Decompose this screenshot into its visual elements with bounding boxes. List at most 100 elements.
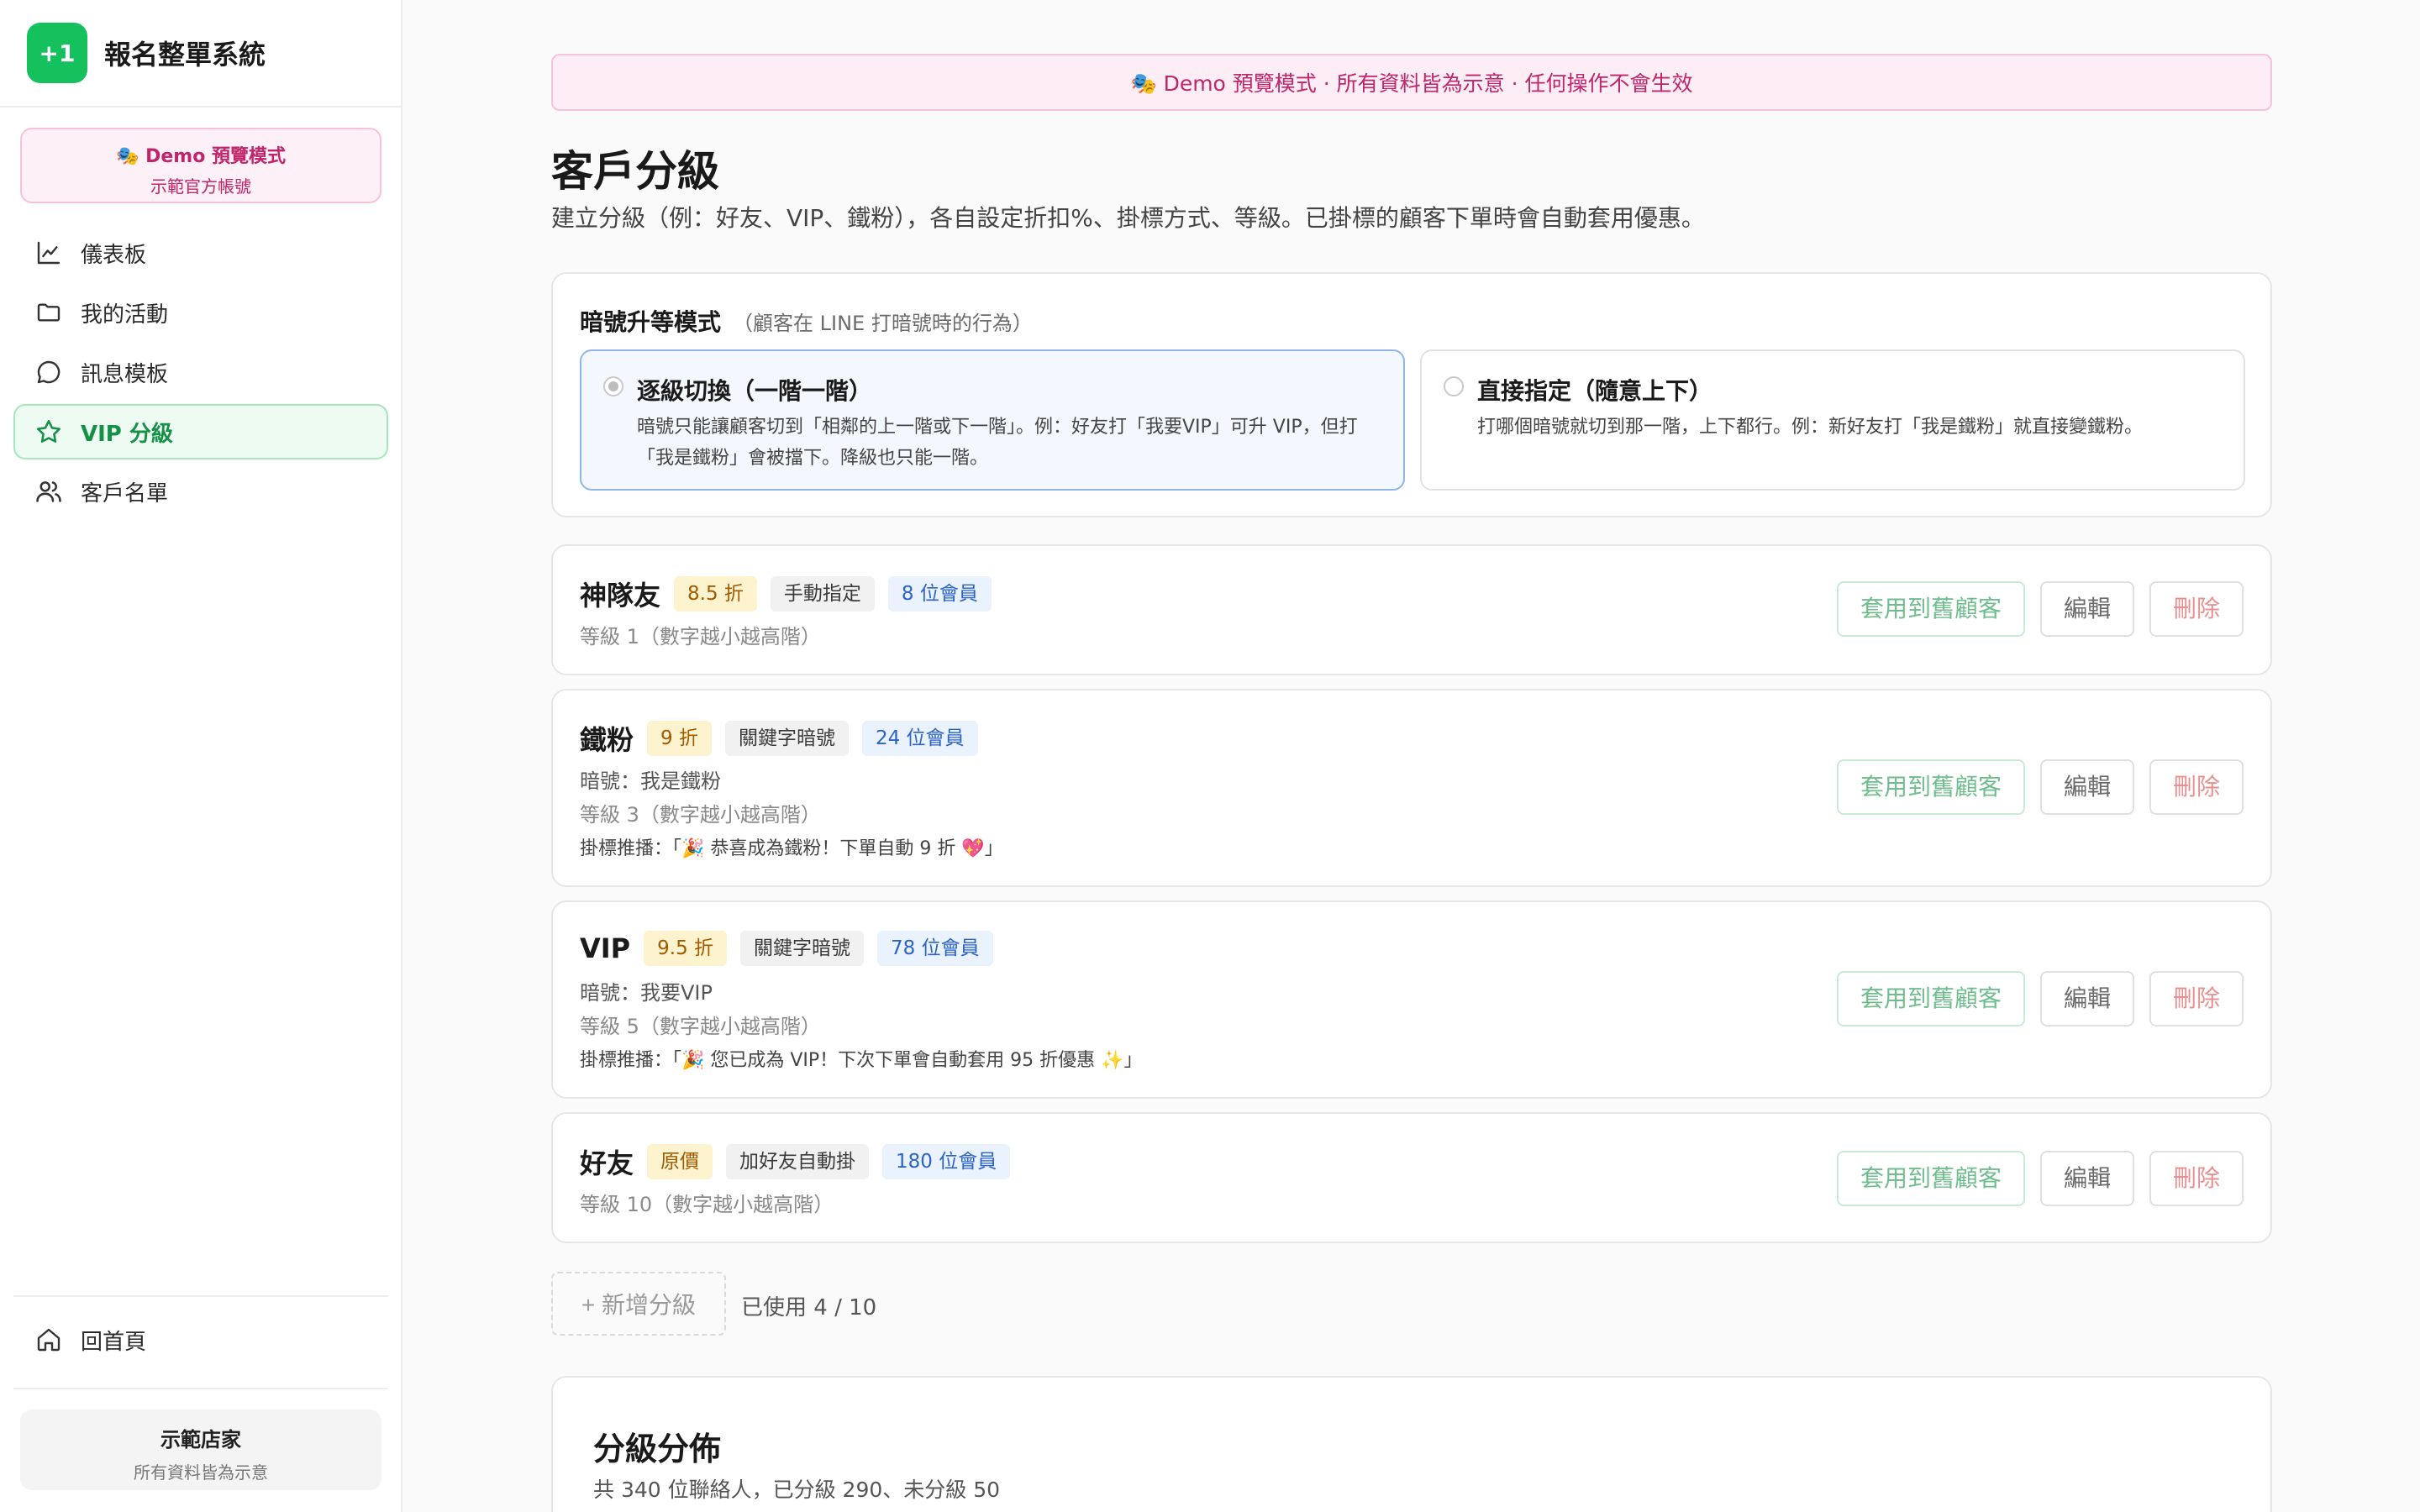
- tier-name: 鐵粉: [580, 724, 634, 756]
- upgrade-mode-card: 暗號升等模式 （顧客在 LINE 打暗號時的行為） 逐級切換（一階一階） 暗號只…: [551, 272, 2272, 517]
- member-count-badge: 24 位會員: [861, 721, 978, 756]
- store-info: 示範店家 所有資料皆為示意: [20, 1410, 381, 1490]
- member-count-badge: 180 位會員: [882, 1144, 1011, 1179]
- tier-card: VIP 9.5 折 關鍵字暗號 78 位會員 暗號：我要VIP 等級 5（數字越…: [551, 900, 2272, 1099]
- discount-badge: 原價: [647, 1144, 713, 1179]
- store-note: 所有資料皆為示意: [134, 1462, 268, 1483]
- discount-badge: 9.5 折: [644, 931, 728, 966]
- upgrade-mode-subtitle: （顧客在 LINE 打暗號時的行為）: [733, 312, 1033, 335]
- upgrade-mode-title: 暗號升等模式: [580, 308, 722, 336]
- tier-broadcast: 掛標推播：「🎉 恭喜成為鐵粉！下單自動 9 折 💖」: [580, 838, 1003, 859]
- tier-name: 神隊友: [580, 580, 661, 612]
- chat-bubble-icon: [34, 357, 64, 387]
- demo-mode-subtitle: 示範官方帳號: [150, 176, 251, 197]
- users-icon: [34, 476, 64, 507]
- mode-option-desc: 暗號只能讓顧客切到「相鄰的上一階或下一階」。例：好友打「我要VIP」可升 VIP…: [637, 417, 1358, 469]
- folder-icon: [34, 297, 64, 328]
- edit-button[interactable]: 編輯: [2039, 581, 2134, 637]
- tier-actions: 套用到舊顧客 編輯 刪除: [1822, 1151, 2244, 1206]
- sidebar-home: 回首頁: [13, 1312, 388, 1372]
- sidebar-divider: [13, 1295, 388, 1297]
- sidebar-item-label: 回首頁: [81, 1329, 147, 1355]
- demo-mode-title: 🎭 Demo 預覽模式: [116, 146, 286, 167]
- assign-mode-badge: 關鍵字暗號: [724, 721, 849, 756]
- apply-to-existing-button[interactable]: 套用到舊顧客: [1836, 1151, 2025, 1206]
- mode-option-title: 直接指定（隨意上下）: [1477, 377, 1713, 405]
- mode-option-stepwise[interactable]: 逐級切換（一階一階） 暗號只能讓顧客切到「相鄰的上一階或下一階」。例：好友打「我…: [580, 349, 1405, 491]
- demo-mode-badge: 🎭 Demo 預覽模式 示範官方帳號: [20, 128, 381, 203]
- star-icon: [34, 417, 64, 447]
- tier-card: 神隊友 8.5 折 手動指定 8 位會員 等級 1（數字越小越高階） 套用到舊顧…: [551, 544, 2272, 675]
- tier-card: 好友 原價 加好友自動掛 180 位會員 等級 10（數字越小越高階） 套用到舊…: [551, 1112, 2272, 1243]
- delete-button[interactable]: 刪除: [2149, 1151, 2244, 1206]
- distribution-card: 分級分佈 共 340 位聯絡人，已分級 290、未分級 50: [551, 1376, 2272, 1512]
- radio-selected-icon[interactable]: [603, 376, 623, 396]
- tier-header: 神隊友 8.5 折 手動指定 8 位會員: [580, 575, 1005, 613]
- sidebar-item-label: VIP 分級: [81, 421, 173, 447]
- edit-button[interactable]: 編輯: [2039, 759, 2134, 815]
- sidebar-item-dashboard[interactable]: 儀表板: [13, 225, 388, 281]
- apply-to-existing-button[interactable]: 套用到舊顧客: [1836, 581, 2025, 637]
- tier-code: 暗號：我是鐵粉: [580, 769, 721, 793]
- member-count-badge: 78 位會員: [877, 931, 993, 966]
- chart-line-icon: [34, 238, 64, 268]
- mode-option-title: 逐級切換（一階一階）: [637, 377, 873, 405]
- sidebar-divider: [13, 1388, 388, 1389]
- sidebar-item-label: 我的活動: [81, 302, 169, 328]
- sidebar-item-label: 訊息模板: [81, 361, 169, 387]
- mode-option-desc: 打哪個暗號就切到那一階，上下都行。例：新好友打「我是鐵粉」就直接變鐵粉。: [1477, 417, 2144, 438]
- edit-button[interactable]: 編輯: [2039, 1151, 2134, 1206]
- member-count-badge: 8 位會員: [887, 576, 992, 612]
- sidebar-item-customers[interactable]: 客戶名單: [13, 464, 388, 519]
- delete-button[interactable]: 刪除: [2149, 971, 2244, 1026]
- discount-badge: 9 折: [647, 721, 712, 756]
- sidebar-item-home[interactable]: 回首頁: [13, 1312, 388, 1368]
- tier-actions: 套用到舊顧客 編輯 刪除: [1822, 759, 2244, 815]
- distribution-title: 分級分佈: [593, 1431, 722, 1467]
- tier-name: VIP: [580, 932, 631, 964]
- tier-code: 暗號：我要VIP: [580, 981, 713, 1005]
- tier-level: 等級 10（數字越小越高階）: [580, 1193, 834, 1216]
- sidebar-item-my-events[interactable]: 我的活動: [13, 285, 388, 340]
- delete-button[interactable]: 刪除: [2149, 581, 2244, 637]
- tier-card: 鐵粉 9 折 關鍵字暗號 24 位會員 暗號：我是鐵粉 等級 3（數字越小越高階…: [551, 689, 2272, 887]
- tier-level: 等級 5（數字越小越高階）: [580, 1015, 821, 1038]
- sidebar-item-vip-tiers[interactable]: VIP 分級: [13, 404, 388, 459]
- assign-mode-badge: 關鍵字暗號: [740, 931, 865, 966]
- assign-mode-badge: 手動指定: [770, 576, 875, 612]
- brand[interactable]: +1 報名整單系統: [0, 0, 401, 108]
- mode-option-direct[interactable]: 直接指定（隨意上下） 打哪個暗號就切到那一階，上下都行。例：新好友打「我是鐵粉」…: [1420, 349, 2245, 491]
- page-description: 建立分級（例：好友、VIP、鐵粉），各自設定折扣%、掛標方式、等級。已掛標的顧客…: [551, 204, 1705, 232]
- brand-logo: +1: [27, 23, 87, 83]
- tier-name: 好友: [580, 1147, 634, 1179]
- tier-header: VIP 9.5 折 關鍵字暗號 78 位會員: [580, 931, 1007, 966]
- tier-header: 好友 原價 加好友自動掛 180 位會員: [580, 1142, 1023, 1181]
- sidebar-item-label: 儀表板: [81, 242, 147, 268]
- apply-to-existing-button[interactable]: 套用到舊顧客: [1836, 759, 2025, 815]
- upgrade-mode-header: 暗號升等模式 （顧客在 LINE 打暗號時的行為）: [580, 304, 1033, 338]
- add-tier-button[interactable]: + 新增分級: [551, 1272, 726, 1336]
- demo-banner: 🎭 Demo 預覽模式 · 所有資料皆為示意 · 任何操作不會生效: [551, 54, 2272, 111]
- home-icon: [34, 1325, 64, 1355]
- tier-actions: 套用到舊顧客 編輯 刪除: [1822, 971, 2244, 1026]
- brand-name: 報名整單系統: [104, 39, 266, 71]
- page-title: 客戶分級: [551, 147, 719, 196]
- distribution-summary: 共 340 位聯絡人，已分級 290、未分級 50: [593, 1478, 1001, 1502]
- tier-usage-count: 已使用 4 / 10: [741, 1295, 877, 1320]
- assign-mode-badge: 加好友自動掛: [726, 1144, 870, 1179]
- sidebar-item-label: 客戶名單: [81, 480, 169, 507]
- store-name: 示範店家: [160, 1428, 241, 1452]
- sidebar: +1 報名整單系統 🎭 Demo 預覽模式 示範官方帳號 儀表板 我的活動 訊息…: [0, 0, 402, 1512]
- tier-level: 等級 1（數字越小越高階）: [580, 625, 821, 648]
- tier-level: 等級 3（數字越小越高階）: [580, 803, 821, 827]
- tier-header: 鐵粉 9 折 關鍵字暗號 24 位會員: [580, 719, 992, 758]
- sidebar-nav: 儀表板 我的活動 訊息模板 VIP 分級 客戶名單: [13, 225, 388, 523]
- apply-to-existing-button[interactable]: 套用到舊顧客: [1836, 971, 2025, 1026]
- tier-broadcast: 掛標推播：「🎉 您已成為 VIP！下次下單會自動套用 95 折優惠 ✨」: [580, 1050, 1143, 1071]
- sidebar-item-message-templates[interactable]: 訊息模板: [13, 344, 388, 400]
- tier-actions: 套用到舊顧客 編輯 刪除: [1822, 581, 2244, 637]
- edit-button[interactable]: 編輯: [2039, 971, 2134, 1026]
- radio-unselected-icon[interactable]: [1444, 376, 1464, 396]
- delete-button[interactable]: 刪除: [2149, 759, 2244, 815]
- discount-badge: 8.5 折: [674, 576, 757, 612]
